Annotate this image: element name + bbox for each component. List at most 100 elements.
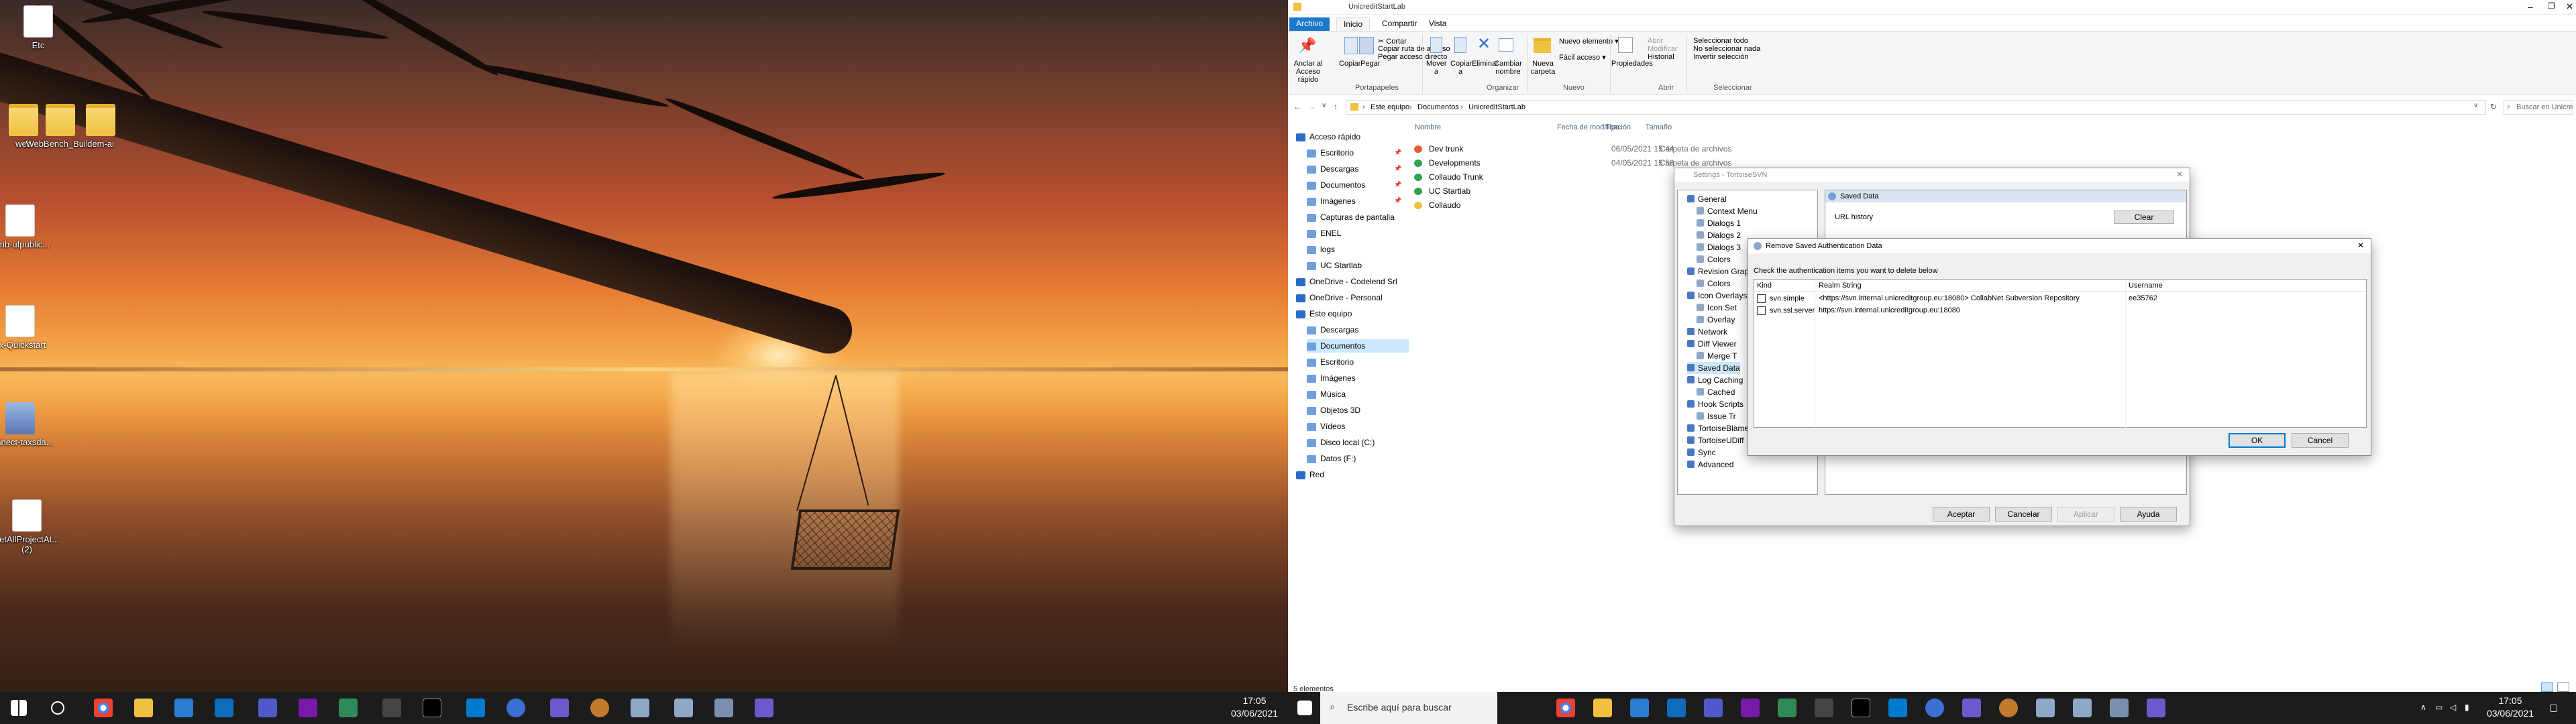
move-button[interactable]: Mover a (1426, 60, 1447, 76)
sidebar-item[interactable]: Documentos (1307, 339, 1409, 353)
tree-item[interactable]: Overlay (1697, 314, 1735, 326)
app-icon[interactable] (550, 699, 569, 717)
notifications-icon[interactable]: ▢ (2549, 701, 2558, 714)
tab-vista[interactable]: Vista (1422, 17, 1453, 31)
sidebar-item[interactable]: Red (1296, 468, 1324, 481)
row-checkbox[interactable] (1757, 294, 1766, 303)
chrome-icon[interactable] (94, 699, 113, 717)
onenote-icon[interactable] (1741, 699, 1760, 717)
terminal-icon[interactable] (423, 699, 441, 717)
desktop-icon[interactable]: getAllProjectAt... (2) (0, 499, 64, 554)
tree-item[interactable]: Sync (1687, 446, 1716, 459)
onenote-icon[interactable] (299, 699, 317, 717)
table-row[interactable]: Dev trunk 06/05/2021 15:44 Carpeta de arch… (1414, 142, 1817, 156)
breadcrumb-item[interactable]: UnicreditStartLab (1468, 103, 1525, 111)
chevron-down-icon[interactable]: ∨ (1322, 102, 1326, 109)
app-icon[interactable] (174, 699, 193, 717)
column-header-kind[interactable]: Kind (1757, 282, 1772, 290)
taskbar-search[interactable]: ⌕ Escribe aquí para buscar (1320, 692, 1497, 724)
clock[interactable]: 17:05 03/06/2021 (1228, 695, 1281, 720)
terminal-icon[interactable] (1851, 699, 1870, 717)
breadcrumb-item[interactable]: Documentos (1417, 103, 1459, 111)
ok-button[interactable]: OK (2229, 433, 2286, 448)
file-explorer-icon[interactable] (1593, 699, 1612, 717)
column-header-type[interactable]: Tipo (1605, 123, 1619, 131)
tree-item[interactable]: Hook Scripts (1687, 398, 1743, 410)
windows-start-icon[interactable] (1297, 701, 1312, 715)
vscode-icon[interactable] (466, 699, 485, 717)
help-button[interactable]: Ayuda (2120, 507, 2177, 522)
vscode-icon[interactable] (1888, 699, 1907, 717)
tree-item[interactable]: Context Menu (1697, 205, 1758, 217)
sidebar-item[interactable]: Escritorio (1307, 146, 1354, 160)
desktop-icon[interactable]: gimb-ufpublic... (0, 204, 57, 249)
column-header-name[interactable]: Nombre (1415, 123, 1441, 131)
invert-selection-button[interactable]: Invertir selección (1693, 53, 1749, 61)
address-bar[interactable]: › Este equipo › Documentos › UnicreditSt… (1346, 100, 2486, 115)
windows-start-icon[interactable] (11, 700, 27, 716)
tree-item[interactable]: Saved Data (1687, 362, 1740, 374)
battery-icon[interactable]: ▮ (2465, 701, 2469, 714)
table-row[interactable]: svn.simple <https://svn.internal.unicred… (1757, 294, 2361, 305)
search-icon[interactable] (51, 701, 64, 715)
column-header-username[interactable]: Username (2129, 282, 2163, 290)
history-button[interactable]: Historial (1648, 53, 1674, 61)
up-arrow-icon[interactable]: ↑ (1334, 102, 1338, 111)
sidebar-item[interactable]: Música (1307, 387, 1346, 401)
tree-item[interactable]: Dialogs 3 (1697, 241, 1741, 253)
sidebar-item[interactable]: Escritorio (1307, 355, 1354, 369)
refresh-icon[interactable]: ↻ (2490, 102, 2497, 111)
sidebar-item[interactable]: Vídeos (1307, 420, 1345, 433)
tab-archivo[interactable]: Archivo (1289, 17, 1330, 31)
tortoise-icon[interactable] (2073, 699, 2092, 717)
sidebar-item[interactable]: Acceso rápido (1296, 130, 1360, 143)
app-icon[interactable] (1815, 699, 1833, 717)
large-icons-view-icon[interactable] (2557, 682, 2569, 692)
teams-icon[interactable] (1704, 699, 1723, 717)
tree-item[interactable]: Network (1687, 326, 1727, 338)
table-row[interactable]: svn.ssl.server https://svn.internal.unic… (1757, 306, 2361, 317)
app-icon[interactable] (2147, 699, 2165, 717)
sidebar-item[interactable]: Disco local (C:) (1307, 436, 1375, 449)
tree-item[interactable]: Dialogs 2 (1697, 229, 1741, 241)
tree-item[interactable]: General (1687, 193, 1727, 205)
app-icon[interactable] (1778, 699, 1796, 717)
volume-icon[interactable]: ◁ (2450, 701, 2456, 714)
tortoise-icon[interactable] (2036, 699, 2055, 717)
tree-item[interactable]: Colors (1697, 278, 1731, 290)
tortoise-icon[interactable] (631, 699, 649, 717)
app-icon[interactable] (1962, 699, 1981, 717)
tree-item[interactable]: Colors (1697, 253, 1731, 265)
chrome-icon[interactable] (1556, 699, 1575, 717)
sidebar-item[interactable]: Imágenes (1307, 371, 1356, 385)
sidebar-item[interactable]: Imágenes (1307, 194, 1356, 208)
new-folder-button[interactable]: Nueva carpeta (1529, 60, 1556, 76)
select-all-button[interactable]: Seleccionar todo (1693, 37, 1748, 45)
tree-item[interactable]: Issue Tr (1697, 410, 1736, 422)
tree-item[interactable]: Advanced (1687, 459, 1733, 471)
copy-button[interactable]: Copiar (1339, 60, 1360, 68)
tree-item[interactable]: Icon Overlays (1687, 290, 1747, 302)
tortoise-icon[interactable] (714, 699, 733, 717)
column-header-realm[interactable]: Realm String (1819, 282, 1862, 290)
tree-item[interactable]: Icon Set (1697, 302, 1737, 314)
tree-item[interactable]: TortoiseBlame (1687, 422, 1749, 434)
tortoise-icon[interactable] (2110, 699, 2129, 717)
tree-item[interactable]: Revision Graph (1687, 265, 1754, 278)
select-none-button[interactable]: No seleccionar nada (1693, 45, 1760, 53)
tree-item[interactable]: Cached (1697, 386, 1735, 398)
sidebar-item[interactable]: Documentos (1307, 178, 1365, 192)
sidebar-item[interactable]: OneDrive - Personal (1296, 291, 1383, 304)
desktop-icon[interactable]: Etc (1, 5, 75, 50)
close-icon[interactable]: ✕ (2357, 241, 2364, 250)
sidebar-item[interactable]: Descargas (1307, 323, 1358, 337)
close-button[interactable]: ✕ (2566, 1, 2573, 12)
sidebar-item[interactable]: ENEL (1307, 227, 1341, 240)
accept-button[interactable]: Aceptar (1933, 507, 1990, 522)
rename-button[interactable]: Cambiar nombre (1493, 60, 1523, 76)
sidebar-item[interactable]: Este equipo (1296, 307, 1352, 320)
sidebar-item[interactable]: UC Startlab (1307, 259, 1362, 272)
chevron-down-icon[interactable]: ∨ (2473, 102, 2478, 109)
sidebar-item[interactable]: Capturas de pantalla (1307, 210, 1395, 224)
pin-button[interactable]: Anclar al Acceso rápido (1288, 60, 1328, 84)
